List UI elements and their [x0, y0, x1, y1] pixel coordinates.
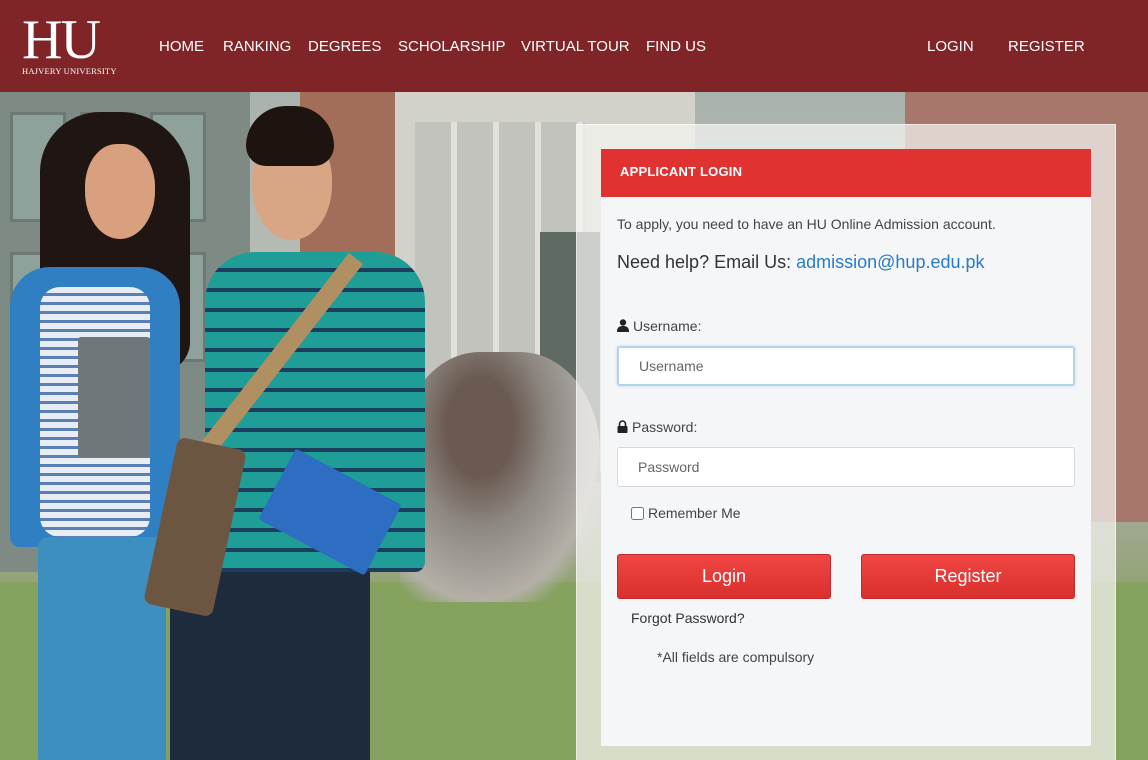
help-email-link[interactable]: admission@hup.edu.pk — [796, 252, 984, 272]
register-button[interactable]: Register — [861, 554, 1075, 599]
help-text: Need help? Email Us: admission@hup.edu.p… — [617, 252, 985, 273]
logo-subtitle: HAJVERY UNIVERSITY — [22, 66, 117, 76]
password-label-text: Password: — [632, 419, 698, 435]
forgot-password-link[interactable]: Forgot Password? — [631, 610, 745, 626]
login-panel-title: APPLICANT LOGIN — [620, 164, 743, 179]
nav-home[interactable]: HOME — [159, 38, 204, 55]
nav-virtual-tour[interactable]: VIRTUAL TOUR — [521, 38, 630, 55]
site-header: HU HAJVERY UNIVERSITY HOME RANKING DEGRE… — [0, 0, 1148, 92]
compulsory-note: *All fields are compulsory — [657, 649, 815, 665]
nav-find-us[interactable]: FIND US — [646, 38, 706, 55]
nav-ranking[interactable]: RANKING — [223, 38, 291, 55]
nav-scholarship[interactable]: SCHOLARSHIP — [398, 38, 506, 55]
nav-degrees[interactable]: DEGREES — [308, 38, 381, 55]
remember-me-checkbox[interactable] — [631, 506, 644, 520]
user-icon — [617, 319, 629, 335]
help-label: Need help? Email Us: — [617, 252, 792, 272]
password-label: Password: — [617, 419, 697, 436]
blurred-students — [400, 352, 600, 602]
intro-text: To apply, you need to have an HU Online … — [617, 216, 996, 232]
nav-register[interactable]: REGISTER — [1008, 38, 1085, 55]
nav-login[interactable]: LOGIN — [927, 38, 974, 55]
login-button[interactable]: Login — [617, 554, 831, 599]
lock-icon — [617, 420, 628, 436]
password-input[interactable] — [617, 447, 1075, 487]
book-grey — [78, 337, 150, 457]
student-girl-jeans — [38, 537, 166, 760]
remember-me[interactable]: Remember Me — [631, 505, 741, 521]
username-input[interactable] — [617, 346, 1075, 386]
logo-mark: HU — [22, 9, 101, 71]
username-label: Username: — [617, 318, 701, 335]
student-girl-face — [85, 144, 155, 239]
university-logo[interactable]: HU HAJVERY UNIVERSITY — [22, 9, 128, 78]
username-label-text: Username: — [633, 318, 702, 334]
remember-me-label: Remember Me — [648, 505, 741, 521]
